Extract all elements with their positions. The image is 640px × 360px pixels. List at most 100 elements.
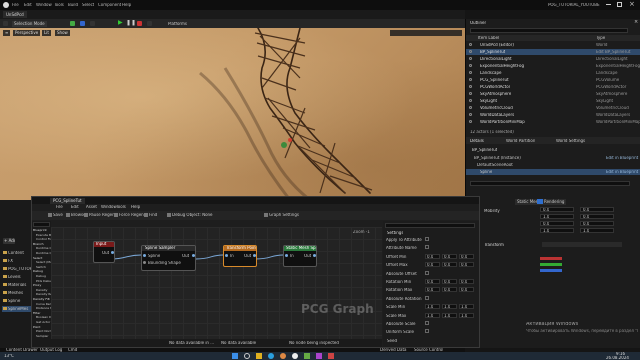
transform-value-input[interactable]: 1.0 bbox=[540, 214, 574, 219]
folder-item[interactable]: POG_TUTORIAL bbox=[2, 266, 31, 272]
pcg-prop-value-input[interactable]: 0.0 bbox=[459, 287, 474, 293]
outliner-tab[interactable]: Outliner bbox=[470, 21, 486, 25]
visibility-eye-icon[interactable] bbox=[469, 57, 472, 60]
node-transform-in-pin-icon[interactable] bbox=[225, 254, 228, 257]
pcg-prop-value-input[interactable]: 0.0 bbox=[425, 253, 440, 259]
pcg-menu-window[interactable]: Window bbox=[101, 205, 117, 209]
pcg-prop-value-input[interactable]: 1.0 bbox=[425, 312, 440, 318]
outliner-col-label[interactable]: Item Label bbox=[478, 36, 499, 40]
pcg-prop-checkbox[interactable] bbox=[425, 237, 429, 241]
details-search-input[interactable] bbox=[470, 181, 630, 186]
visibility-eye-icon[interactable] bbox=[469, 120, 472, 123]
pcg-menu-help[interactable]: Help bbox=[131, 205, 140, 209]
visibility-eye-icon[interactable] bbox=[469, 85, 472, 88]
pcg-prop-value-input[interactable]: 0.0 bbox=[442, 262, 457, 268]
outliner-row[interactable]: BP_SplineTut Edit BP_SplineTut bbox=[466, 49, 640, 55]
node-transform-points[interactable]: Transform Points In Out bbox=[223, 245, 257, 267]
pcg-prop-value-input[interactable]: 1.0 bbox=[459, 312, 474, 318]
chrome-icon[interactable] bbox=[280, 353, 286, 359]
outliner-close-icon[interactable]: × bbox=[634, 20, 638, 25]
pcg-prop-value-input[interactable]: 0.0 bbox=[459, 279, 474, 284]
visibility-eye-icon[interactable] bbox=[469, 106, 472, 109]
pcg-menu-edit[interactable]: Edit bbox=[71, 205, 79, 209]
pcg-prop-checkbox[interactable] bbox=[425, 270, 429, 275]
node-sampler-bounds-pin-icon[interactable] bbox=[143, 261, 146, 264]
color-swatch-blue[interactable] bbox=[540, 269, 562, 272]
outliner-search-input[interactable] bbox=[470, 28, 628, 33]
palette-item[interactable]: Debug bbox=[33, 270, 50, 273]
node-input-pin-out[interactable]: Out bbox=[102, 251, 109, 255]
add-icon[interactable] bbox=[70, 21, 75, 26]
folder-item[interactable]: Materials bbox=[2, 282, 31, 288]
node-static-mesh-spawner[interactable]: Static Mesh Spawner In Out bbox=[283, 245, 317, 267]
outliner-row[interactable]: PCGWorldActor PCGWorldActor bbox=[466, 84, 640, 90]
visibility-eye-icon[interactable] bbox=[469, 92, 472, 95]
component-row[interactable]: DefaultSceneRoot bbox=[466, 162, 640, 168]
visibility-eye-icon[interactable] bbox=[469, 99, 472, 102]
pcg-prop-value-input[interactable]: 0.0 bbox=[442, 287, 457, 293]
pcg-prop-checkbox[interactable] bbox=[425, 245, 429, 250]
browser-icon[interactable] bbox=[268, 353, 274, 359]
palette-item[interactable]: Branch bbox=[33, 243, 50, 246]
menu-file[interactable]: File bbox=[12, 3, 19, 7]
save-icon[interactable] bbox=[3, 21, 8, 26]
pcg-prop-checkbox[interactable] bbox=[425, 295, 429, 300]
blueprint-icon[interactable] bbox=[80, 21, 85, 26]
pause-icon[interactable]: ❚❚ bbox=[126, 20, 136, 26]
pcg-prop-value-input[interactable]: 1.0 bbox=[459, 304, 474, 310]
level-viewport[interactable]: ≡ Perspective Lit Show bbox=[0, 28, 465, 200]
transform-value-input[interactable]: 0.0 bbox=[580, 207, 614, 212]
pcg-menu-asset[interactable]: Asset bbox=[86, 205, 97, 209]
folder-item[interactable]: Levels bbox=[2, 274, 31, 280]
visibility-eye-icon[interactable] bbox=[469, 113, 472, 116]
color-swatch-red[interactable] bbox=[540, 257, 562, 260]
palette-item[interactable]: Filter bbox=[33, 312, 50, 315]
node-sampler-in-pin-icon[interactable] bbox=[143, 254, 146, 257]
node-spawner-in-pin-icon[interactable] bbox=[285, 254, 288, 257]
add-content-button[interactable]: + Add bbox=[3, 238, 15, 244]
outliner-row[interactable]: UnSdPcd (Editor) World bbox=[466, 42, 640, 48]
folder-item[interactable]: Spline bbox=[2, 298, 31, 304]
pcg-menu-file[interactable]: File bbox=[56, 205, 63, 209]
transform-value-input[interactable]: 0.0 bbox=[540, 207, 574, 212]
unreal-icon[interactable] bbox=[292, 353, 298, 359]
outliner-row[interactable]: ExponentialHeightFog ExponentialHeightFog bbox=[466, 63, 640, 69]
eject-icon[interactable] bbox=[147, 21, 152, 26]
pcg-prop-value-input[interactable]: 0.0 bbox=[425, 287, 440, 293]
maximize-button[interactable] bbox=[617, 2, 622, 7]
palette-item[interactable]: Blueprint bbox=[33, 229, 50, 232]
menu-help[interactable]: Help bbox=[122, 3, 131, 7]
pcg-prop-value-input[interactable]: 0.0 bbox=[459, 253, 474, 259]
pcg-menu-tools[interactable]: Tools bbox=[116, 205, 126, 209]
pcg-prop-checkbox[interactable] bbox=[425, 329, 429, 334]
palette-item[interactable]: Select bbox=[33, 257, 50, 260]
pcg-prop-value-input[interactable]: 0.0 bbox=[442, 279, 457, 284]
pcg-graph-canvas[interactable]: Zoom -1 Input Out Spline Sampler Spline … bbox=[51, 227, 382, 347]
palette-item[interactable]: Point bbox=[33, 326, 50, 329]
folder-item[interactable]: SplineMes bbox=[2, 306, 31, 312]
start-icon[interactable] bbox=[232, 353, 238, 359]
pcg-prop-value-input[interactable]: 1.0 bbox=[442, 312, 457, 318]
node-input[interactable]: Input Out bbox=[93, 241, 115, 263]
node-transform-out-pin-icon[interactable] bbox=[253, 254, 256, 257]
transform-value-input[interactable]: 1.0 bbox=[540, 228, 574, 233]
tab-world-settings[interactable]: World Settings bbox=[556, 139, 585, 143]
palette-item[interactable]: Density Filter bbox=[33, 298, 50, 301]
explorer-icon[interactable] bbox=[256, 353, 262, 359]
outliner-row[interactable]: Landscape Landscape bbox=[466, 70, 640, 76]
node-sampler-out-pin-icon[interactable] bbox=[192, 254, 195, 257]
pcg-prop-value-input[interactable]: 1.0 bbox=[425, 304, 440, 310]
component-row[interactable]: BP_SplineTut (Instance) Edit in Blueprint bbox=[466, 155, 640, 161]
app-icon-1[interactable] bbox=[304, 353, 310, 359]
node-spline-sampler[interactable]: Spline Sampler Spline Bounding Shape Out bbox=[141, 245, 196, 271]
edit-in-blueprint-button[interactable]: Edit in Blueprint bbox=[606, 170, 640, 174]
level-tab[interactable]: UnSdPcd bbox=[3, 11, 27, 18]
app-icon-2[interactable] bbox=[316, 353, 322, 359]
cinematics-icon[interactable] bbox=[90, 21, 95, 26]
menu-actor[interactable]: Component bbox=[98, 3, 121, 7]
outliner-row[interactable]: WorldDataLayers WorldDataLayers bbox=[466, 112, 640, 118]
selection-mode-button[interactable]: Selection Mode bbox=[12, 21, 47, 27]
node-spawner-out-pin-icon[interactable] bbox=[313, 254, 316, 257]
transform-value-input[interactable]: 0.0 bbox=[580, 214, 614, 219]
palette-item[interactable]: Proxy bbox=[33, 284, 50, 287]
